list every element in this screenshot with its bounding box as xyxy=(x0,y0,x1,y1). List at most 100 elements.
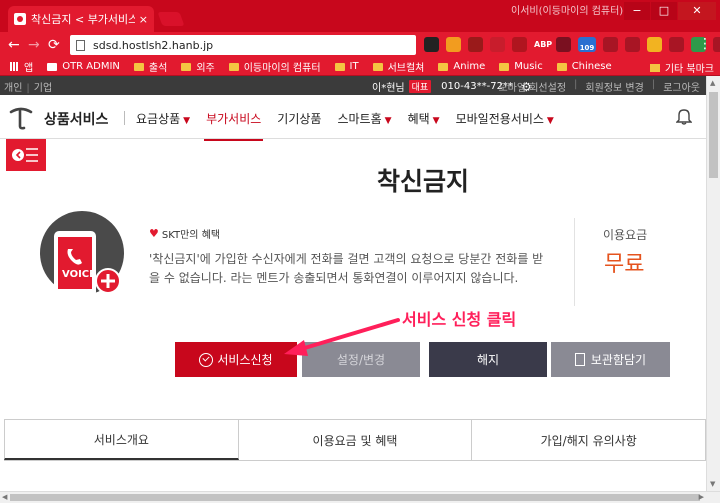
tab-fee-benefits[interactable]: 이용요금 및 혜택 xyxy=(238,419,473,460)
folder-icon xyxy=(499,62,510,71)
annotation-arrow xyxy=(284,318,400,356)
extension-icon[interactable] xyxy=(512,37,527,52)
address-bar[interactable] xyxy=(70,35,416,55)
service-illustration xyxy=(40,211,124,297)
bell-icon[interactable] xyxy=(676,107,692,125)
bookmark-folder[interactable]: 서브컬쳐 xyxy=(372,59,424,74)
horizontal-scrollbar[interactable]: ◀ ▶ xyxy=(0,491,720,503)
account-links: 모바일 회선설정 | 회원정보 변경 | 로그아웃 xyxy=(498,79,700,94)
nav-item-benefits[interactable]: 혜택 ▼ xyxy=(408,110,440,127)
scroll-down-icon[interactable]: ▼ xyxy=(710,480,715,488)
nav-item-mobile-only[interactable]: 모바일전용서비스 ▼ xyxy=(456,110,554,127)
page-icon xyxy=(47,62,58,71)
extension-icon[interactable] xyxy=(647,37,662,52)
bookmark-folder[interactable]: 출석 xyxy=(133,59,167,74)
page-title: 착신금지 xyxy=(376,167,469,196)
service-description: '착신금지'에 가입한 수신자에게 전화를 걸면 고객의 요청으로 당분간 전화… xyxy=(149,252,544,285)
nav-title[interactable]: 상품서비스 xyxy=(44,109,108,129)
bookmark-folder[interactable]: IT xyxy=(334,61,359,72)
skt-benefit: ♥ SKT만의 혜택 xyxy=(149,227,221,241)
voice-phone-icon xyxy=(54,231,121,297)
bookmark-folder[interactable]: Music xyxy=(499,61,543,72)
nav-menu: 요금상품 ▼ 부가서비스 기기상품 스마트홈 ▼ 혜택 ▼ 모바일전용서비스 ▼ xyxy=(136,110,570,141)
bookmarks-bar: 앱 OTR ADMIN 출석 외주 이등마이의 컴퓨터 IT 서브컬쳐 Anim… xyxy=(0,58,720,76)
segment-switch: 개인 | 기업 xyxy=(4,83,53,94)
reload-icon[interactable]: ⟳ xyxy=(48,36,60,54)
fee-label: 이용요금 xyxy=(603,228,648,242)
folder-icon xyxy=(181,62,192,71)
chevron-down-icon: ▼ xyxy=(384,116,392,126)
scroll-up-icon[interactable]: ▲ xyxy=(710,79,715,87)
bookmark-folder[interactable]: 외주 xyxy=(181,59,215,74)
logout-link[interactable]: 로그아웃 xyxy=(663,79,700,94)
browser-toolbar: ← → ⟳ ABP 109 ⋮ xyxy=(0,32,720,58)
site-nav: 상품서비스 요금상품 ▼ 부가서비스 기기상품 스마트홈 ▼ 혜택 ▼ 모바일전용서비… xyxy=(0,95,706,141)
cancel-subscription-button[interactable]: 해지 xyxy=(429,342,547,377)
save-to-storage-button[interactable]: 보관함담기 xyxy=(551,342,670,377)
tab-overview[interactable]: 서비스개요 xyxy=(4,419,239,460)
user-name: 이*현님 xyxy=(372,83,405,94)
tworld-logo-icon[interactable] xyxy=(8,105,34,131)
window-controls: − □ ✕ xyxy=(623,2,716,20)
chevron-down-icon: ▼ xyxy=(432,116,440,126)
chevron-down-icon: ▼ xyxy=(546,116,554,126)
url-input[interactable] xyxy=(93,38,393,52)
extension-icon[interactable] xyxy=(669,37,684,52)
mobile-line-settings-link[interactable]: 모바일 회선설정 xyxy=(498,79,566,94)
extension-icon[interactable] xyxy=(468,37,483,52)
bookmark-apps[interactable]: 앱 xyxy=(10,59,33,74)
nav-item-smarthome[interactable]: 스마트홈 ▼ xyxy=(337,110,391,127)
check-circle-icon xyxy=(199,352,214,367)
tworld-favicon-icon xyxy=(14,13,26,25)
extension-icon[interactable] xyxy=(490,37,505,52)
bookmark-otr-admin[interactable]: OTR ADMIN xyxy=(47,61,120,72)
folder-icon xyxy=(334,62,345,71)
extension-icon[interactable] xyxy=(625,37,640,52)
tab-join-cancel-notes[interactable]: 가입/해지 유의사항 xyxy=(472,419,707,460)
business-link[interactable]: 기업 xyxy=(34,83,52,94)
annotation-text: 서비스 신청 클릭 xyxy=(402,310,517,329)
voice-label: VOICE xyxy=(62,269,96,280)
nav-item-addon-services[interactable]: 부가서비스 xyxy=(204,110,264,141)
folder-icon xyxy=(556,62,567,71)
window-title: 이서비(이등마이의 컴퓨터) - xyxy=(511,6,630,17)
extension-icon[interactable] xyxy=(424,37,439,52)
fee-value: 무료 xyxy=(604,252,645,277)
bookmark-folder[interactable]: Anime xyxy=(438,61,485,72)
extension-icon[interactable] xyxy=(603,37,618,52)
folder-icon xyxy=(649,63,660,72)
tab-close-icon[interactable]: × xyxy=(139,13,148,26)
extension-icon[interactable] xyxy=(446,37,461,52)
nav-item-plans[interactable]: 요금상품 ▼ xyxy=(136,110,190,127)
chevron-down-icon: ▼ xyxy=(183,116,191,126)
nav-item-devices[interactable]: 기기상품 xyxy=(277,110,321,127)
extension-icon[interactable] xyxy=(713,37,720,52)
member-info-link[interactable]: 회원정보 변경 xyxy=(585,79,643,94)
extensions-row: ABP 109 xyxy=(424,37,720,52)
bookmark-folder[interactable]: 이등마이의 컴퓨터 xyxy=(228,59,321,74)
bookmark-star-icon xyxy=(574,353,585,366)
other-bookmarks[interactable]: 기타 북마크 xyxy=(649,60,714,75)
nav-divider xyxy=(124,111,125,125)
personal-link[interactable]: 개인 xyxy=(4,83,22,94)
scroll-left-icon[interactable]: ◀ xyxy=(2,493,7,501)
browser-menu-icon[interactable]: ⋮ xyxy=(698,36,712,52)
bookmark-folder[interactable]: Chinese xyxy=(556,61,612,72)
tab-title: 착신금지 < 부가서비스 xyxy=(31,13,135,26)
new-tab-button[interactable] xyxy=(157,12,185,26)
adblock-icon[interactable]: ABP xyxy=(534,37,552,52)
browser-tab[interactable]: 착신금지 < 부가서비스 × xyxy=(8,6,154,32)
extension-icon[interactable] xyxy=(556,37,571,52)
folder-icon xyxy=(133,62,144,71)
minimize-icon[interactable]: − xyxy=(624,2,650,20)
horizontal-scroll-thumb[interactable] xyxy=(10,494,700,501)
notification-badge[interactable]: 109 xyxy=(578,37,596,52)
back-arrow-icon[interactable]: ← xyxy=(8,36,20,54)
scroll-right-icon[interactable]: ▶ xyxy=(699,493,704,501)
forward-arrow-icon[interactable]: → xyxy=(28,36,40,54)
folder-icon xyxy=(228,62,239,71)
window-close-icon[interactable]: ✕ xyxy=(678,2,716,20)
maximize-icon[interactable]: □ xyxy=(651,2,677,20)
detail-tabs: 서비스개요 이용요금 및 혜택 가입/해지 유의사항 xyxy=(4,419,707,461)
vertical-scrollbar[interactable]: ▲ ▼ xyxy=(706,76,720,491)
